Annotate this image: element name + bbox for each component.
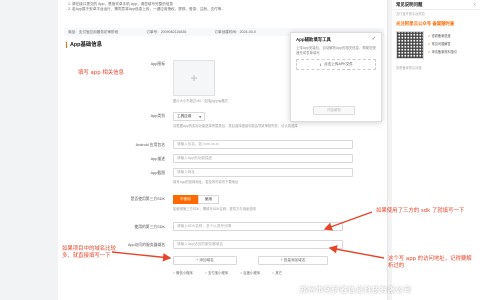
sdk-option-no[interactable]: 不使用 (173, 195, 198, 204)
popup-title: App辅助填写工具 (296, 37, 331, 42)
android-package-input[interactable]: 请输入包名，如 com.xx.xx (173, 140, 353, 149)
sdk-name-label: 使用的第三方SDK (134, 225, 165, 229)
close-icon[interactable]: × (473, 2, 476, 7)
domain-input[interactable]: 请输入App访问的服务器域名 (173, 240, 343, 249)
category-select[interactable]: 工具应用 ▾ (173, 112, 205, 121)
annotation-multi-domain: 如果项目中的域名比较多，就直接填写一下 (62, 246, 116, 259)
right-panel: 常见说明问题 × 支付宝开放平台规范 关注阿里云公众号 备案随时查 查看备案进度… (392, 0, 480, 300)
icon-upload[interactable]: + (173, 60, 215, 96)
panel-footer-link[interactable]: 查看备案常见问题 (396, 65, 476, 70)
screenshot-label: App截图 (150, 171, 165, 175)
upload-icon: ⇪ (319, 62, 323, 67)
notice-line-2: 2. 若App属于安卓平台运行，需同意将App信息上传，一键应用授权，提现、登录… (68, 7, 225, 11)
sdk-hint: 如使用第三方SDK，需填写SDK名称、提供方与用途说明 (173, 207, 256, 211)
annotation-app-info: 填写 app 相关信息 (78, 70, 124, 76)
batch-add-domain-button[interactable]: + 批量添加域名 (258, 256, 328, 265)
feature-item: 查看备案进度 (428, 33, 457, 38)
panel-header: 常见说明问题 × (392, 0, 480, 10)
popup-description: 上传App安装包，自动解析App的相关信息，帮助您快速完成表单填写 (296, 46, 376, 55)
radio-option[interactable]: 其它 (272, 270, 282, 275)
category-label: App类别 (150, 114, 165, 118)
radio-option[interactable]: 百度小程序 (240, 270, 260, 275)
feature-item: 常见问题解答 (428, 41, 457, 46)
screenshot-input[interactable]: 请输入网址 (173, 168, 353, 177)
chevron-down-icon: ▾ (199, 114, 201, 119)
sdk-toggle: 不使用 使用 (173, 195, 219, 204)
apk-upload-button[interactable]: ⇪ 点击上传APK文件 (296, 59, 376, 71)
qr-code-icon (396, 31, 424, 60)
parse-button[interactable]: 开始解析 (313, 106, 355, 115)
order-detail: 商品：支付宝应用服务初审阶段 (68, 29, 119, 34)
section-title: App基础信息 (66, 42, 102, 48)
notice-block: 1. 请在接口提交的 App，是指安卓手机 App，请您填写完整的信息 2. 若… (64, 0, 382, 28)
radio-option[interactable]: 微信小程序 (173, 270, 193, 275)
add-domain-button[interactable]: + 添加域名 (173, 256, 237, 265)
platform-radio-group: 微信小程序 支付宝小程序 百度小程序 其它 (173, 270, 282, 275)
description-label: App描述 (150, 157, 165, 161)
android-label: Android 应用包名 (135, 143, 165, 147)
order-id: 订单号：2009082116836 (146, 29, 187, 34)
panel-subtitle: 支付宝开放平台规范 (396, 12, 425, 16)
helper-popup: App辅助填写工具 ✓ 上传App安装包，自动解析App的相关信息，帮助您快速完… (290, 32, 382, 122)
category-hint: 请根据App的实际功能选择所属类目，类目选择错误可能会导致审核失败，请认真选择 (173, 124, 298, 128)
description-input[interactable]: 请输入App的功能描述 (173, 154, 353, 163)
website-hint: 填写App的官网地址，若没有可填写下载地址 (173, 180, 239, 184)
sdk-label: 是否使用第三方SDK (130, 197, 165, 201)
annotation-domain: 这个写 app 的访问地址，记得要解析过的 (388, 256, 472, 269)
sdk-name-input[interactable]: 请输入SDK名称，多个以逗号分隔 (173, 222, 343, 231)
feature-list: 查看备案进度 常见问题解答 申请备案材料指引 (428, 31, 458, 59)
close-icon[interactable]: ✓ (372, 36, 376, 42)
panel-title: 常见说明问题 (396, 1, 423, 7)
left-background (0, 0, 56, 300)
order-time: 订单创建时间：2024-00-0 (214, 29, 256, 34)
sdk-option-yes[interactable]: 使用 (197, 195, 219, 204)
annotation-sdk: 如果使用了三方的 sdk 了就填写一下 (376, 208, 465, 214)
plus-icon: + (190, 71, 198, 85)
radio-option[interactable]: 支付宝小程序 (205, 270, 228, 275)
icon-label: App图标 (150, 62, 165, 66)
feature-item: 申请备案材料指引 (428, 49, 458, 54)
promo-box: 查看备案进度 常见问题解答 申请备案材料指引 (392, 27, 480, 63)
icon-hint: 图片大小不超过1M，支持jpg/png格式 (173, 99, 228, 103)
watermark: 郑州市阿伊雅信息科技有限公司 (300, 287, 412, 294)
